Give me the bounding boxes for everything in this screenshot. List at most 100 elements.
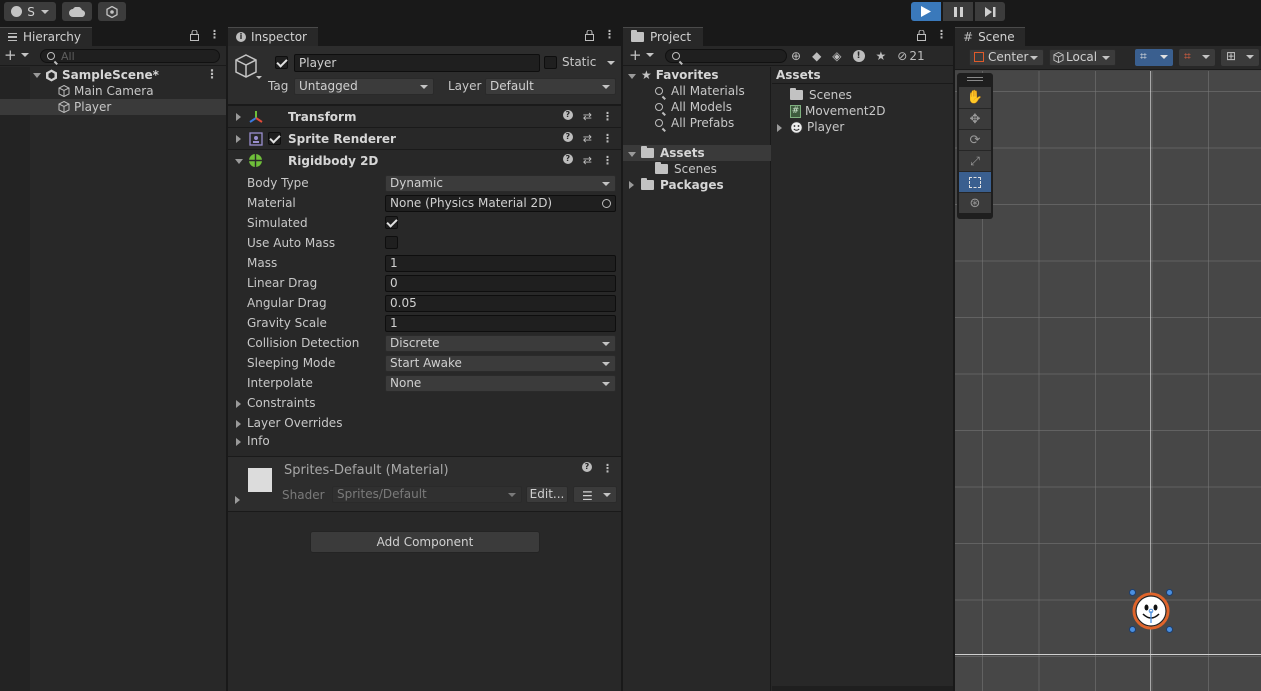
more-icon[interactable]: ⋮: [602, 110, 613, 123]
sprite-renderer-header[interactable]: Sprite Renderer ? ⇄ ⋮: [228, 127, 621, 149]
scale-tool[interactable]: ⤢: [959, 150, 991, 171]
services-button[interactable]: [98, 2, 126, 21]
body-type-dropdown[interactable]: Dynamic: [385, 175, 616, 192]
constraints-foldout[interactable]: Constraints: [247, 396, 315, 410]
more-icon[interactable]: ⋮: [602, 154, 613, 167]
increment-snap-dropdown[interactable]: ⊞: [1221, 49, 1259, 66]
rect-handle-top-left[interactable]: [1129, 589, 1136, 596]
star-icon[interactable]: ★: [876, 49, 887, 63]
help-icon[interactable]: ?: [562, 132, 573, 142]
info-expand-icon[interactable]: [236, 438, 241, 446]
favorite-all-prefabs[interactable]: All Prefabs: [655, 115, 734, 131]
constraints-expand-icon[interactable]: [236, 400, 241, 408]
expand-icon[interactable]: [33, 72, 41, 78]
shader-dropdown[interactable]: Sprites/Default: [332, 486, 522, 503]
tab-hierarchy[interactable]: Hierarchy: [0, 27, 92, 46]
rect-handle-bottom-right[interactable]: [1166, 626, 1173, 633]
hand-tool[interactable]: ✋: [959, 87, 991, 108]
breadcrumb-assets[interactable]: Assets: [776, 68, 821, 82]
favorites-item[interactable]: ★ Favorites: [641, 67, 718, 83]
layer-overrides-expand-icon[interactable]: [236, 420, 241, 428]
preset-icon[interactable]: ⇄: [583, 132, 592, 145]
help-icon[interactable]: ?: [562, 154, 573, 164]
shader-options-button[interactable]: ☰: [573, 486, 617, 503]
project-search-input[interactable]: [665, 49, 787, 63]
cloud-button[interactable]: [62, 2, 92, 21]
active-checkbox[interactable]: [275, 56, 288, 69]
scene-viewport[interactable]: [955, 71, 1261, 691]
rotate-tool[interactable]: ⟳: [959, 129, 991, 150]
lock-icon[interactable]: [585, 30, 594, 41]
create-button[interactable]: +: [4, 48, 29, 63]
packages-expand-icon[interactable]: [629, 181, 634, 189]
linear-drag-field[interactable]: 0: [385, 275, 616, 292]
edit-shader-button[interactable]: Edit...: [526, 486, 568, 503]
material-expand-icon[interactable]: [235, 496, 240, 504]
search-by-type-icon[interactable]: ⊕: [791, 49, 801, 63]
account-dropdown[interactable]: S: [4, 2, 56, 21]
more-icon[interactable]: ⋮: [602, 132, 613, 145]
collision-detection-dropdown[interactable]: Discrete: [385, 335, 616, 352]
scene-item[interactable]: SampleScene*: [33, 67, 159, 83]
use-auto-mass-checkbox[interactable]: [385, 236, 398, 249]
gravity-scale-field[interactable]: 1: [385, 315, 616, 332]
rect-handle-top-right[interactable]: [1166, 589, 1173, 596]
expand-icon[interactable]: [236, 135, 241, 143]
layer-overrides-foldout[interactable]: Layer Overrides: [247, 416, 342, 430]
preset-icon[interactable]: ⇄: [583, 110, 592, 123]
angular-drag-field[interactable]: 0.05: [385, 295, 616, 312]
simulated-checkbox[interactable]: [385, 216, 398, 229]
assets-collapse-icon[interactable]: [628, 152, 636, 157]
create-asset-button[interactable]: +: [629, 48, 654, 63]
more-icon[interactable]: ⋮: [602, 462, 613, 475]
layer-dropdown[interactable]: Default: [485, 78, 616, 95]
preset-icon[interactable]: ⇄: [583, 154, 592, 167]
tab-scene[interactable]: # Scene: [955, 27, 1025, 46]
scenes-folder-item[interactable]: Scenes: [655, 161, 717, 177]
step-button[interactable]: [975, 2, 1005, 21]
pause-button[interactable]: [943, 2, 973, 21]
more-icon[interactable]: ⋮: [604, 29, 615, 41]
hierarchy-search-input[interactable]: All: [40, 49, 220, 63]
help-icon[interactable]: ?: [562, 110, 573, 120]
transform-header[interactable]: Transform ? ⇄ ⋮: [228, 105, 621, 127]
more-icon[interactable]: ⋮: [936, 29, 947, 41]
asset-movement2d[interactable]: # Movement2D: [790, 103, 885, 119]
pivot-center-dropdown[interactable]: Center: [969, 49, 1044, 66]
add-component-button[interactable]: Add Component: [310, 531, 540, 553]
asset-scenes[interactable]: Scenes: [790, 87, 852, 103]
lock-icon[interactable]: [190, 30, 199, 41]
play-button[interactable]: [911, 2, 941, 21]
grid-visibility-dropdown[interactable]: ⌗: [1179, 49, 1215, 66]
shapes-icon[interactable]: ◆: [812, 49, 821, 63]
hierarchy-item-main-camera[interactable]: Main Camera: [58, 83, 154, 99]
favorite-all-models[interactable]: All Models: [655, 99, 732, 115]
assets-folder-item[interactable]: Assets: [641, 145, 705, 161]
sleeping-mode-dropdown[interactable]: Start Awake: [385, 355, 616, 372]
tag-dropdown[interactable]: Untagged: [294, 78, 434, 95]
static-checkbox[interactable]: [544, 56, 557, 69]
static-dropdown-arrow[interactable]: [607, 61, 615, 65]
packages-folder-item[interactable]: Packages: [641, 177, 724, 193]
icon-dropdown-arrow[interactable]: [256, 76, 262, 79]
object-picker-icon[interactable]: [602, 199, 611, 208]
space-local-dropdown[interactable]: Local: [1049, 49, 1116, 66]
transform-tool[interactable]: ⊛: [959, 192, 991, 213]
interpolate-dropdown[interactable]: None: [385, 375, 616, 392]
rigidbody2d-header[interactable]: Rigidbody 2D ? ⇄ ⋮: [228, 149, 621, 171]
hierarchy-item-player[interactable]: Player: [58, 99, 111, 115]
lock-icon[interactable]: [917, 30, 926, 41]
info-foldout[interactable]: Info: [247, 434, 270, 448]
tab-project[interactable]: Project: [623, 27, 703, 46]
sprite-renderer-enabled-checkbox[interactable]: [268, 132, 281, 145]
tab-inspector[interactable]: i Inspector: [228, 27, 318, 46]
rect-handle-bottom-left[interactable]: [1129, 626, 1136, 633]
label-icon[interactable]: ◈: [832, 49, 841, 63]
mass-field[interactable]: 1: [385, 255, 616, 272]
help-icon[interactable]: ?: [582, 462, 592, 472]
collapse-icon[interactable]: [235, 159, 243, 164]
favorite-all-materials[interactable]: All Materials: [655, 83, 745, 99]
scene-menu-icon[interactable]: ⋮: [206, 67, 218, 81]
grid-snap-toggle[interactable]: ⌗: [1135, 49, 1173, 66]
hidden-packages-button[interactable]: ⊘ 21: [897, 49, 924, 63]
